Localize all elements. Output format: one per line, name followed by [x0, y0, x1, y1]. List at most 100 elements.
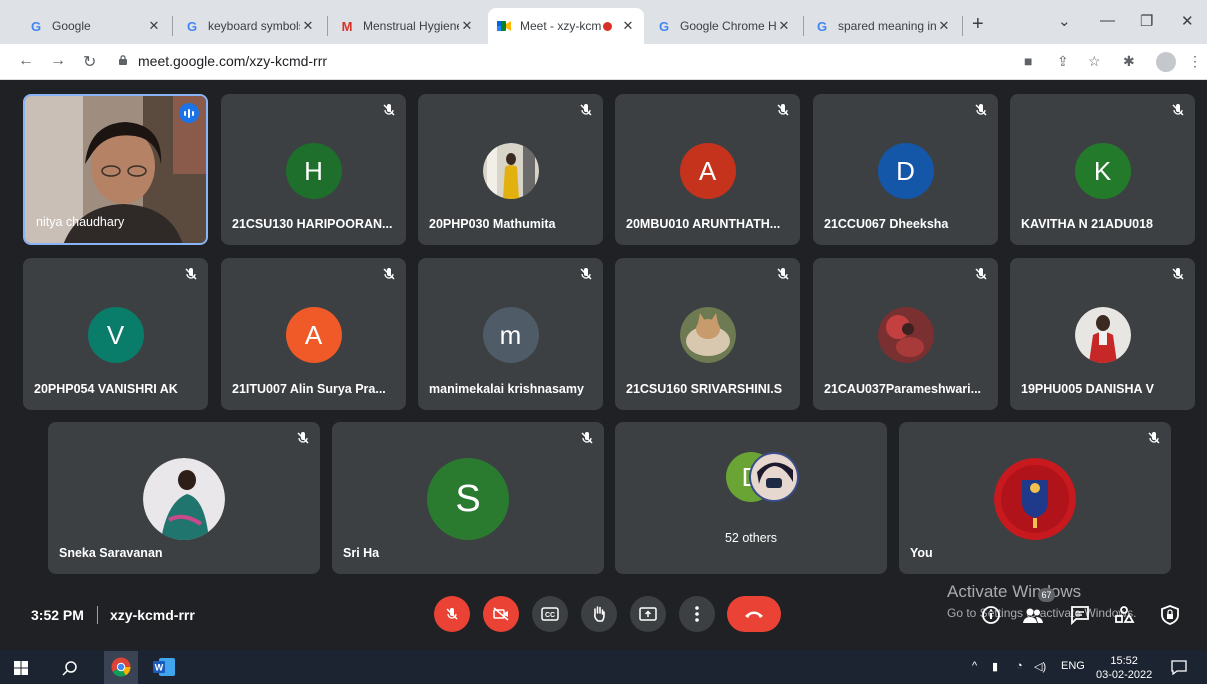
meeting-details-icon[interactable] — [980, 604, 1002, 626]
address-bar[interactable]: meet.google.com/xzy-kcmd-rrr — [138, 53, 327, 69]
tab-meet[interactable]: Meet - xzy-kcm ✕ — [488, 8, 644, 44]
others-count-label: 52 others — [724, 531, 778, 545]
taskbar-clock[interactable]: 15:52 03-02-2022 — [1096, 654, 1152, 682]
close-icon[interactable]: ✕ — [620, 18, 636, 34]
participant-tile-manimekalai[interactable]: m manimekalai krishnasamy — [418, 258, 603, 410]
reload-icon[interactable]: ↻ — [83, 52, 96, 72]
participant-tile-arunthath[interactable]: A 20MBU010 ARUNTHATH... — [615, 94, 800, 245]
avatar: A — [679, 143, 736, 199]
participant-tile-sri-ha[interactable]: S Sri Ha — [332, 422, 604, 574]
participant-tile-srivarshini[interactable]: 21CSU160 SRIVARSHINI.S — [615, 258, 800, 410]
menu-kebab-icon[interactable]: ⋮ — [1188, 53, 1202, 70]
mic-off-icon — [777, 104, 789, 116]
hang-up-icon — [745, 611, 763, 618]
mic-off-icon — [975, 104, 987, 116]
participant-tile-sneka[interactable]: Sneka Saravanan — [48, 422, 320, 574]
closed-captions-icon: CC — [541, 607, 559, 621]
profile-avatar-icon[interactable] — [1156, 52, 1176, 72]
host-controls-icon[interactable] — [1159, 604, 1181, 626]
restore-button[interactable]: ❐ — [1140, 12, 1153, 30]
bookmark-star-icon[interactable]: ☆ — [1088, 53, 1101, 70]
more-options-button[interactable] — [679, 596, 715, 632]
camera-toggle-button[interactable] — [483, 596, 519, 632]
google-g-icon: G — [186, 18, 198, 34]
google-g-icon: G — [816, 18, 828, 34]
tab-menstrual-hygiene[interactable]: M Menstrual Hygiene ✕ — [331, 8, 483, 44]
lock-icon[interactable] — [118, 55, 128, 65]
meet-icon — [496, 18, 512, 34]
captions-button[interactable]: CC — [532, 596, 568, 632]
volume-icon[interactable]: ◁) — [1034, 660, 1046, 673]
participant-tile-alin-surya[interactable]: A 21ITU007 Alin Surya Pra... — [221, 258, 406, 410]
mic-off-icon — [383, 268, 395, 280]
mic-off-icon — [975, 268, 987, 280]
language-indicator[interactable]: ENG — [1061, 660, 1085, 672]
more-vert-icon — [695, 606, 699, 622]
participant-tile-mathumita[interactable]: 20PHP030 Mathumita — [418, 94, 603, 245]
tab-keyboard-symbols[interactable]: G keyboard symbols ✕ — [176, 8, 324, 44]
participant-tile-danisha[interactable]: 19PHU005 DANISHA V — [1010, 258, 1195, 410]
windows-taskbar: W ^ ▮ ◔ ◁) ENG 15:52 03-02-2022 — [0, 650, 1207, 684]
wifi-icon[interactable]: ◔ — [1016, 660, 1023, 672]
close-icon[interactable]: ✕ — [776, 18, 792, 34]
chrome-taskbar-button[interactable] — [104, 651, 138, 684]
tab-spared-meaning[interactable]: G spared meaning in ✕ — [806, 8, 960, 44]
new-tab-button[interactable]: + — [972, 13, 984, 36]
meet-stage: nitya chaudhary H 21CSU130 HARIPOORAN...… — [0, 80, 1207, 650]
forward-arrow-icon[interactable]: → — [50, 52, 66, 70]
share-icon[interactable]: ⇪ — [1057, 53, 1069, 70]
window-close-button[interactable]: ✕ — [1181, 12, 1194, 30]
leave-call-button[interactable] — [727, 596, 781, 632]
tab-chrome-help[interactable]: G Google Chrome He ✕ — [648, 8, 800, 44]
avatar-photo — [1074, 307, 1131, 363]
svg-text:CC: CC — [545, 612, 555, 619]
mic-off-icon — [1148, 432, 1160, 444]
avatar: A — [285, 307, 342, 363]
browser-toolbar: ← → ↻ meet.google.com/xzy-kcmd-rrr ■ ⇪ ☆… — [0, 44, 1207, 80]
activities-icon[interactable] — [1113, 604, 1135, 626]
chat-icon[interactable] — [1069, 604, 1091, 626]
close-icon[interactable]: ✕ — [936, 18, 952, 34]
avatar-photo — [679, 307, 736, 363]
mic-off-icon — [383, 104, 395, 116]
people-icon[interactable] — [1022, 604, 1044, 626]
tray-chevron-icon[interactable]: ^ — [972, 660, 977, 672]
avatar-photo — [143, 458, 225, 540]
tab-google[interactable]: G Google ✕ — [20, 8, 170, 44]
close-icon[interactable]: ✕ — [300, 18, 316, 34]
recording-dot-icon — [603, 21, 612, 31]
participant-tile-nitya[interactable]: nitya chaudhary — [23, 94, 208, 245]
tray-app-icon[interactable]: ▮ — [992, 660, 998, 673]
search-icon[interactable] — [62, 660, 78, 676]
close-icon[interactable]: ✕ — [459, 18, 475, 34]
avatar-photo — [877, 307, 934, 363]
notification-icon[interactable] — [1171, 660, 1187, 675]
word-icon[interactable]: W — [153, 658, 175, 676]
gmail-m-icon: M — [341, 18, 353, 34]
windows-start-icon[interactable] — [14, 661, 28, 675]
back-arrow-icon[interactable]: ← — [18, 52, 34, 70]
camera-off-icon — [493, 607, 509, 621]
participant-tile-dheeksha[interactable]: D 21CCU067 Dheeksha — [813, 94, 998, 245]
participant-tile-haripooran[interactable]: H 21CSU130 HARIPOORAN... — [221, 94, 406, 245]
avatar-photo — [482, 143, 539, 199]
browser-tab-strip: G Google ✕ G keyboard symbols ✕ M Menstr… — [0, 0, 1207, 44]
participant-tile-vanishri[interactable]: V 20PHP054 VANISHRI AK — [23, 258, 208, 410]
present-now-button[interactable] — [630, 596, 666, 632]
tab-search-icon[interactable]: ⌄ — [1058, 12, 1071, 30]
close-icon[interactable]: ✕ — [146, 18, 162, 34]
meeting-time: 3:52 PM — [31, 607, 84, 623]
mic-off-icon — [580, 104, 592, 116]
participant-tile-you[interactable]: You — [899, 422, 1171, 574]
participant-tile-kavitha[interactable]: K KAVITHA N 21ADU018 — [1010, 94, 1195, 245]
google-g-icon: G — [30, 18, 42, 34]
minimize-button[interactable]: — — [1100, 12, 1115, 29]
avatar: V — [87, 307, 144, 363]
extensions-icon[interactable]: ✱ — [1123, 53, 1135, 70]
camera-in-use-icon[interactable]: ■ — [1024, 53, 1032, 69]
mic-off-icon — [580, 268, 592, 280]
raise-hand-button[interactable] — [581, 596, 617, 632]
participant-tile-others[interactable]: D 52 others — [615, 422, 887, 574]
participant-tile-parameshwari[interactable]: 21CAU037Parameshwari... — [813, 258, 998, 410]
mic-toggle-button[interactable] — [434, 596, 470, 632]
